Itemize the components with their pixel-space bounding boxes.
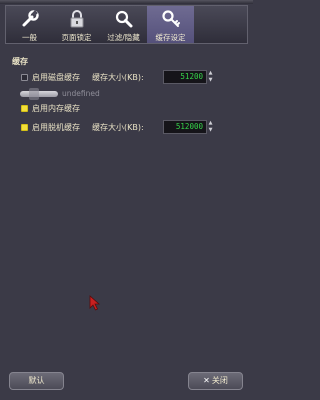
close-button[interactable]: ✕ 关闭 — [188, 372, 243, 390]
disk-cache-label: 启用磁盘缓存 — [32, 73, 80, 82]
tab-page-lock[interactable]: 页面锁定 — [53, 6, 100, 43]
tab-cache-settings-label: 缓存设定 — [155, 33, 186, 42]
tab-filter-hide[interactable]: 过滤/隐藏 — [100, 6, 147, 43]
section-title-cache: 缓存 — [12, 57, 28, 66]
title-bar — [0, 0, 253, 4]
default-button-label: 默认 — [28, 376, 45, 385]
tab-general[interactable]: 一般 — [6, 6, 53, 43]
settings-tab-bar: 一般 页面锁定 过滤/隐藏 缓存设定 — [5, 5, 248, 44]
cache-slider-handle[interactable] — [29, 88, 39, 100]
tab-filter-hide-label: 过滤/隐藏 — [107, 33, 140, 42]
offline-cache-size-label: 缓存大小(KB): — [92, 123, 144, 132]
offline-cache-size-stepper[interactable]: ▲ ▼ — [207, 120, 214, 134]
mouse-cursor-icon — [89, 295, 101, 311]
disk-cache-checkbox[interactable] — [21, 74, 28, 81]
offline-cache-size-input[interactable]: 512000 — [163, 120, 207, 134]
tab-cache-settings[interactable]: 缓存设定 — [147, 6, 194, 43]
offline-cache-label: 启用脱机缓存 — [32, 123, 80, 132]
disk-cache-size-stepper[interactable]: ▲ ▼ — [207, 70, 214, 84]
disk-cache-size-input[interactable]: 51200 — [163, 70, 207, 84]
memory-cache-label: 启用内存缓存 — [32, 104, 80, 113]
memory-cache-checkbox[interactable] — [21, 105, 28, 112]
tab-page-lock-label: 页面锁定 — [61, 33, 92, 42]
close-icon: ✕ — [203, 376, 210, 385]
lock-icon — [70, 10, 83, 28]
cache-slider[interactable] — [20, 88, 58, 100]
key-icon — [161, 10, 180, 27]
offline-cache-checkbox[interactable] — [21, 124, 28, 131]
default-button[interactable]: 默认 — [9, 372, 64, 390]
close-button-label: 关闭 — [211, 376, 228, 385]
slider-value-label: undefined — [62, 89, 100, 98]
magnifier-icon — [115, 10, 132, 28]
wrench-icon — [22, 10, 39, 27]
tab-general-label: 一般 — [22, 33, 37, 42]
disk-cache-size-label: 缓存大小(KB): — [92, 73, 144, 82]
